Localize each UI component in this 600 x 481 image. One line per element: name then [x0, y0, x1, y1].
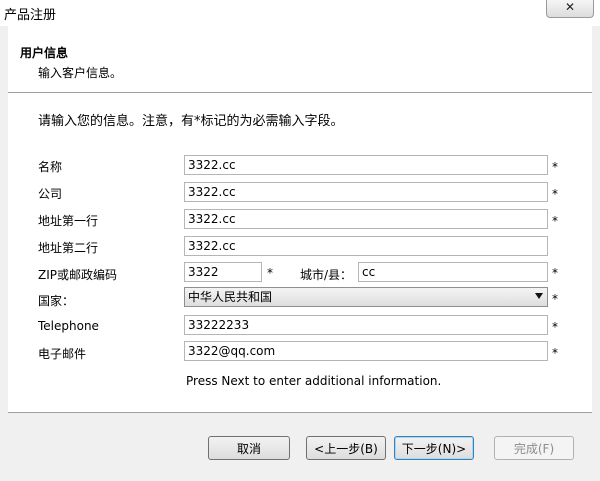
- close-icon: ✕: [564, 0, 576, 14]
- name-label: 名称: [38, 160, 63, 174]
- country-select-value: 中华人民共和国: [188, 290, 273, 304]
- hint-text: Press Next to enter additional informati…: [186, 374, 442, 388]
- company-label: 公司: [38, 187, 63, 201]
- required-marker: *: [267, 266, 273, 280]
- wizard-header: 用户信息 输入客户信息。: [8, 26, 592, 92]
- name-input[interactable]: 3322.cc: [184, 155, 548, 175]
- header-title: 用户信息: [20, 46, 69, 60]
- window-title: 产品注册: [4, 8, 57, 23]
- cancel-button[interactable]: 取消: [208, 436, 290, 460]
- chevron-down-icon: [535, 293, 543, 299]
- telephone-input[interactable]: 33222233: [184, 315, 548, 335]
- close-button[interactable]: ✕: [546, 0, 594, 18]
- address2-label: 地址第二行: [38, 241, 99, 255]
- header-subtitle: 输入客户信息。: [38, 66, 123, 80]
- intro-text: 请输入您的信息。注意，有*标记的为必需输入字段。: [38, 114, 344, 129]
- telephone-label: Telephone: [38, 319, 99, 333]
- required-marker: *: [552, 320, 558, 334]
- country-label: 国家：: [38, 294, 75, 308]
- email-label: 电子邮件: [38, 347, 87, 361]
- city-input[interactable]: cc: [358, 262, 548, 282]
- email-input[interactable]: 3322@qq.com: [184, 341, 548, 361]
- country-select[interactable]: 中华人民共和国: [184, 287, 548, 307]
- required-marker: *: [552, 292, 558, 306]
- required-marker: *: [552, 346, 558, 360]
- address1-input[interactable]: 3322.cc: [184, 209, 548, 229]
- required-marker: *: [552, 266, 558, 280]
- required-marker: *: [552, 187, 558, 201]
- footer-divider: [8, 412, 592, 413]
- next-button[interactable]: 下一步(N)>: [394, 436, 474, 460]
- back-button[interactable]: <上一步(B): [306, 436, 386, 460]
- finish-button[interactable]: 完成(F): [494, 436, 574, 460]
- required-marker: *: [552, 160, 558, 174]
- zip-input[interactable]: 3322: [184, 262, 262, 282]
- address2-input[interactable]: 3322.cc: [184, 236, 548, 256]
- zip-label: ZIP或邮政编码: [38, 268, 117, 282]
- address1-label: 地址第一行: [38, 214, 99, 228]
- title-bar: 产品注册 ✕: [0, 0, 600, 26]
- company-input[interactable]: 3322.cc: [184, 182, 548, 202]
- city-label: 城市/县：: [300, 268, 353, 282]
- required-marker: *: [552, 214, 558, 228]
